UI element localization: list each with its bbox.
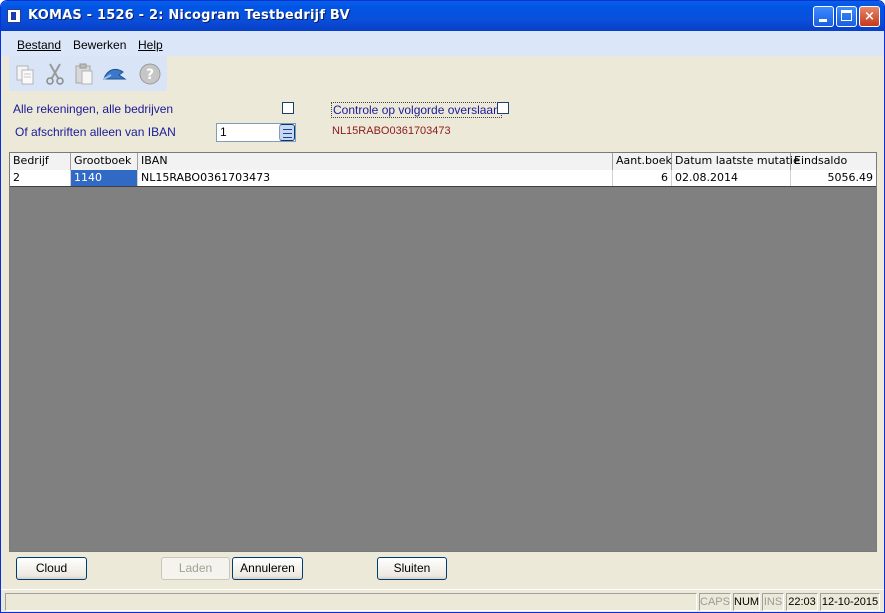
col-bedrijf[interactable]: Bedrijf <box>10 153 71 170</box>
col-aant-boek[interactable]: Aant.boek <box>613 153 672 170</box>
cell-bedrijf[interactable]: 2 <box>10 170 71 186</box>
app-icon <box>7 9 21 23</box>
status-date: 12-10-2015 <box>820 593 880 611</box>
toolbar: ? <box>9 56 167 91</box>
window-title: KOMAS - 1526 - 2: Nicogram Testbedrijf B… <box>28 8 350 23</box>
menu-bestand-label: Bestand <box>17 38 62 52</box>
list-icon <box>283 129 292 130</box>
col-iban[interactable]: IBAN <box>138 153 613 170</box>
col-eindsaldo[interactable]: Eindsaldo <box>791 153 876 170</box>
status-message <box>5 593 697 611</box>
help-icon[interactable]: ? <box>137 61 163 87</box>
status-num: NUM <box>733 593 760 611</box>
cell-grootboek[interactable]: 1140 <box>71 170 138 186</box>
cell-aant-boek[interactable]: 6 <box>613 170 672 186</box>
iban-only-label: Of afschriften alleen van IBAN <box>15 125 176 139</box>
iban-input-value: 1 <box>220 125 227 139</box>
menu-help-label: Help <box>138 38 163 52</box>
iban-input[interactable]: 1 <box>216 123 296 142</box>
menu-bestand[interactable]: Bestand <box>17 38 61 52</box>
cut-icon[interactable] <box>42 61 68 87</box>
sluiten-button[interactable]: Sluiten <box>377 557 447 580</box>
all-accounts-label: Alle rekeningen, alle bedrijven <box>13 102 174 116</box>
menu-help[interactable]: Help <box>138 38 163 52</box>
maximize-button[interactable] <box>836 6 857 27</box>
grid-header: Bedrijf Grootboek IBAN Aant.boek Datum l… <box>10 153 876 171</box>
iban-lookup-button[interactable] <box>279 124 295 141</box>
menu-bewerken-label: Bewerken <box>73 38 127 52</box>
cell-eindsaldo[interactable]: 5056.49 <box>791 170 876 186</box>
cell-datum[interactable]: 02.08.2014 <box>672 170 791 186</box>
svg-text:?: ? <box>146 67 154 83</box>
accounts-grid: Bedrijf Grootboek IBAN Aant.boek Datum l… <box>9 152 877 552</box>
status-time: 22:03 <box>786 593 818 611</box>
annuleren-button[interactable]: Annuleren <box>232 557 303 580</box>
sluiten-button-label: Sluiten <box>393 561 431 575</box>
status-ins: INS <box>762 593 784 611</box>
skip-order-check-label: Controle op volgorde overslaan <box>331 102 502 118</box>
minimize-button[interactable] <box>813 6 834 27</box>
status-bar: CAPS NUM INS 22:03 12-10-2015 <box>1 589 884 612</box>
close-button[interactable]: × <box>859 6 880 27</box>
paste-icon[interactable] <box>71 61 97 87</box>
copy-icon[interactable] <box>13 61 39 87</box>
laden-button-label: Laden <box>178 561 213 575</box>
cell-iban[interactable]: NL15RABO0361703473 <box>138 170 613 186</box>
col-grootboek[interactable]: Grootboek <box>71 153 138 170</box>
maximize-icon <box>841 10 852 21</box>
title-bar[interactable]: KOMAS - 1526 - 2: Nicogram Testbedrijf B… <box>1 1 884 31</box>
all-accounts-checkbox[interactable] <box>282 102 294 114</box>
table-row[interactable]: 2 1140 NL15RABO0361703473 6 02.08.2014 5… <box>10 170 876 187</box>
annuleren-button-label: Annuleren <box>240 561 295 575</box>
menu-bewerken[interactable]: Bewerken <box>73 38 126 52</box>
undo-icon[interactable] <box>101 61 127 87</box>
cloud-button[interactable]: Cloud <box>16 557 87 580</box>
iban-display: NL15RABO0361703473 <box>332 125 451 137</box>
skip-order-check-checkbox[interactable] <box>497 102 509 114</box>
list-icon-line <box>283 133 292 134</box>
laden-button[interactable]: Laden <box>161 557 230 580</box>
col-datum[interactable]: Datum laatste mutatie <box>672 153 800 170</box>
close-icon: × <box>864 9 875 24</box>
minimize-icon <box>819 19 827 22</box>
list-icon-line <box>283 137 292 138</box>
menu-bar: Bestand Bewerken Help <box>1 31 884 56</box>
main-window: KOMAS - 1526 - 2: Nicogram Testbedrijf B… <box>0 0 885 613</box>
status-caps: CAPS <box>699 593 731 611</box>
cloud-button-label: Cloud <box>35 561 68 575</box>
